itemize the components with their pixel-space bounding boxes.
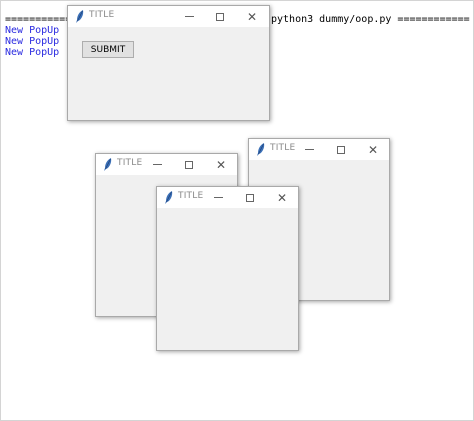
maximize-button[interactable] bbox=[174, 155, 204, 174]
submit-button[interactable]: SUBMIT bbox=[82, 41, 134, 58]
feather-icon bbox=[104, 158, 112, 171]
maximize-icon bbox=[216, 12, 224, 21]
window-title: TITLE bbox=[178, 191, 204, 201]
window-titlebar[interactable]: TITLE ✕ bbox=[157, 187, 298, 208]
close-icon: ✕ bbox=[246, 9, 258, 24]
popup-window-active[interactable]: TITLE ✕ bbox=[156, 186, 299, 351]
close-button[interactable]: ✕ bbox=[267, 188, 297, 207]
maximize-button[interactable] bbox=[326, 140, 356, 159]
maximize-icon bbox=[246, 193, 254, 202]
minimize-icon bbox=[213, 197, 223, 198]
minimize-icon bbox=[152, 164, 162, 165]
feather-icon bbox=[76, 10, 84, 23]
window-title: TITLE bbox=[270, 143, 296, 153]
minimize-icon bbox=[304, 149, 314, 150]
window-titlebar[interactable]: TITLE ✕ bbox=[249, 139, 389, 160]
minimize-icon bbox=[184, 16, 194, 17]
close-button[interactable]: ✕ bbox=[358, 140, 388, 159]
console-output-line: New PopUp bbox=[5, 36, 60, 47]
close-icon: ✕ bbox=[276, 190, 288, 205]
console-command-line: python3 dummy/oop.py ============ bbox=[271, 14, 470, 25]
maximize-icon bbox=[185, 160, 193, 169]
feather-icon bbox=[165, 191, 173, 204]
close-button[interactable]: ✕ bbox=[237, 7, 267, 26]
window-title: TITLE bbox=[117, 158, 143, 168]
close-icon: ✕ bbox=[215, 157, 227, 172]
maximize-button[interactable] bbox=[205, 7, 235, 26]
minimize-button[interactable] bbox=[203, 188, 233, 207]
minimize-button[interactable] bbox=[294, 140, 324, 159]
close-icon: ✕ bbox=[367, 142, 379, 157]
window-titlebar[interactable]: TITLE ✕ bbox=[68, 6, 269, 27]
console-output-line: New PopUp bbox=[5, 47, 60, 58]
minimize-button[interactable] bbox=[142, 155, 172, 174]
feather-icon bbox=[257, 143, 265, 156]
minimize-button[interactable] bbox=[174, 7, 204, 26]
console-output-line: New PopUp bbox=[5, 25, 60, 36]
maximize-button[interactable] bbox=[235, 188, 265, 207]
window-titlebar[interactable]: TITLE ✕ bbox=[96, 154, 237, 175]
window-title: TITLE bbox=[89, 10, 115, 20]
close-button[interactable]: ✕ bbox=[206, 155, 236, 174]
popup-window-submit[interactable]: TITLE ✕ SUBMIT bbox=[67, 5, 270, 121]
maximize-icon bbox=[337, 145, 345, 154]
